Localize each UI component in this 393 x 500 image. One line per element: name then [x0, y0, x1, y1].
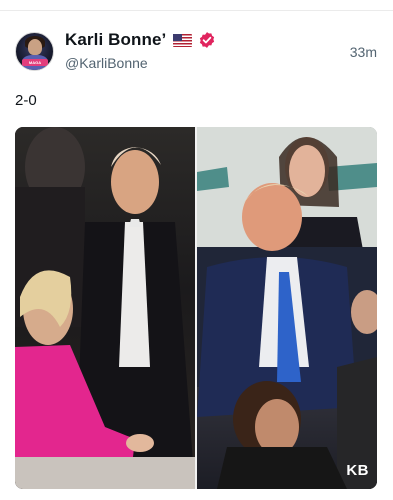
- photo-left-panel: [15, 127, 195, 489]
- photo-handshake-scene: [15, 127, 195, 489]
- verified-badge-icon: [200, 32, 215, 48]
- avatar-badge: MAGA: [22, 59, 48, 66]
- author-name-row[interactable]: Karli Bonne’: [65, 29, 216, 51]
- photo-right-panel: [197, 127, 377, 489]
- post-media[interactable]: KB: [15, 127, 377, 489]
- media-watermark: KB: [346, 462, 369, 479]
- display-name[interactable]: Karli Bonne’: [65, 30, 166, 50]
- user-handle[interactable]: @KarliBonne: [65, 55, 148, 71]
- avatar-face: [28, 39, 42, 55]
- post-timestamp[interactable]: 33m: [350, 44, 377, 60]
- avatar[interactable]: MAGA: [15, 32, 54, 71]
- top-divider: [0, 10, 393, 11]
- post-card[interactable]: MAGA Karli Bonne’ @KarliBonne 33m 2-0 KB: [0, 0, 393, 500]
- post-text: 2-0: [15, 92, 37, 109]
- us-flag-icon: [173, 33, 193, 47]
- photo-seated-scene: [197, 127, 377, 489]
